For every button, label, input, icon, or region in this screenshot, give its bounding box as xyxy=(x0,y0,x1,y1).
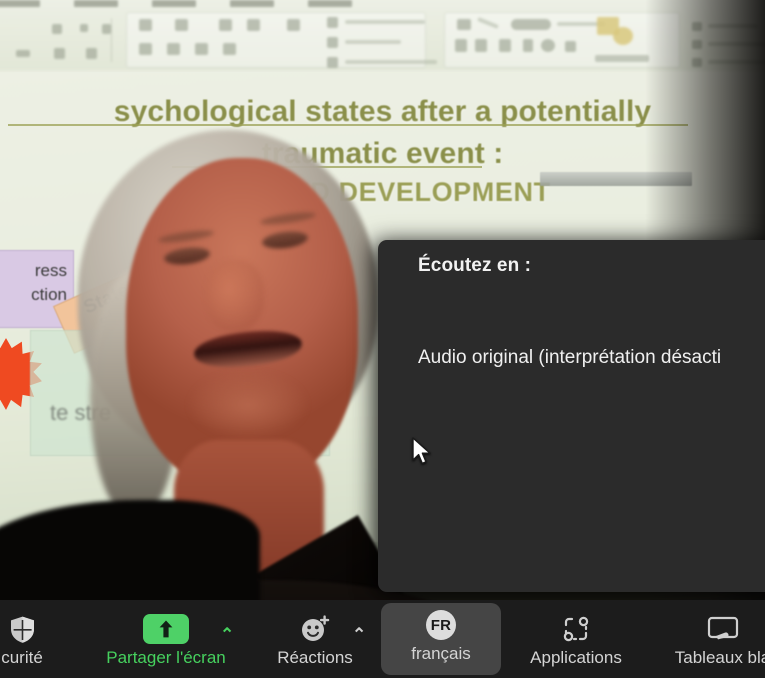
menu-item-francais[interactable]: ✓ français xyxy=(378,590,765,592)
apps-icon xyxy=(562,614,590,644)
zoom-meeting-window: sychological states after a potentially … xyxy=(0,0,765,678)
toolbar-label-applications: Applications xyxy=(530,648,622,667)
language-fr-badge-icon: FR xyxy=(426,610,456,640)
toolbar-label-tableaux-blancs: Tableaux bla xyxy=(674,648,765,667)
menu-header: Écoutez en : xyxy=(418,255,532,276)
interpretation-language-menu: Écoutez en : Audio original (interprétat… xyxy=(378,240,765,592)
shield-icon xyxy=(9,614,36,644)
chevron-up-icon-reactions[interactable]: ⌃ xyxy=(352,625,366,645)
toolbar-button-applications[interactable]: Applications xyxy=(512,607,640,671)
fr-badge-text: FR xyxy=(426,610,456,640)
toolbar-label-francais: français xyxy=(411,644,471,663)
toolbar-label-securite: curité xyxy=(1,648,43,667)
menu-item-audio-original[interactable]: Audio original (interprétation désacti xyxy=(378,334,765,382)
participant-nose xyxy=(206,260,264,332)
participant-shoulder xyxy=(0,500,260,600)
slide-purple-box-label: ress ction xyxy=(31,261,67,304)
ribbon-group-paragraph xyxy=(126,12,437,80)
whiteboard-icon xyxy=(707,614,739,644)
share-screen-icon xyxy=(143,614,189,644)
ribbon-group-clipboard xyxy=(2,18,112,62)
toolbar-button-tableaux-blancs[interactable]: Tableaux bla xyxy=(650,607,765,671)
toolbar-button-francais[interactable]: FR français xyxy=(381,603,501,675)
toolbar-label-reactions: Réactions xyxy=(277,648,353,667)
meeting-toolbar: curité Partager l'écran ⌃ Réactions ⌃ FR… xyxy=(0,600,765,678)
toolbar-label-partager-lecran: Partager l'écran xyxy=(106,648,226,667)
menu-item-label: Audio original (interprétation désacti xyxy=(418,347,722,368)
toolbar-button-securite[interactable]: curité xyxy=(0,607,74,671)
reactions-smiley-plus-icon xyxy=(299,614,331,644)
chevron-up-icon-share[interactable]: ⌃ xyxy=(220,625,234,645)
ribbon-tabs xyxy=(0,0,552,12)
participant-chin xyxy=(188,370,308,440)
